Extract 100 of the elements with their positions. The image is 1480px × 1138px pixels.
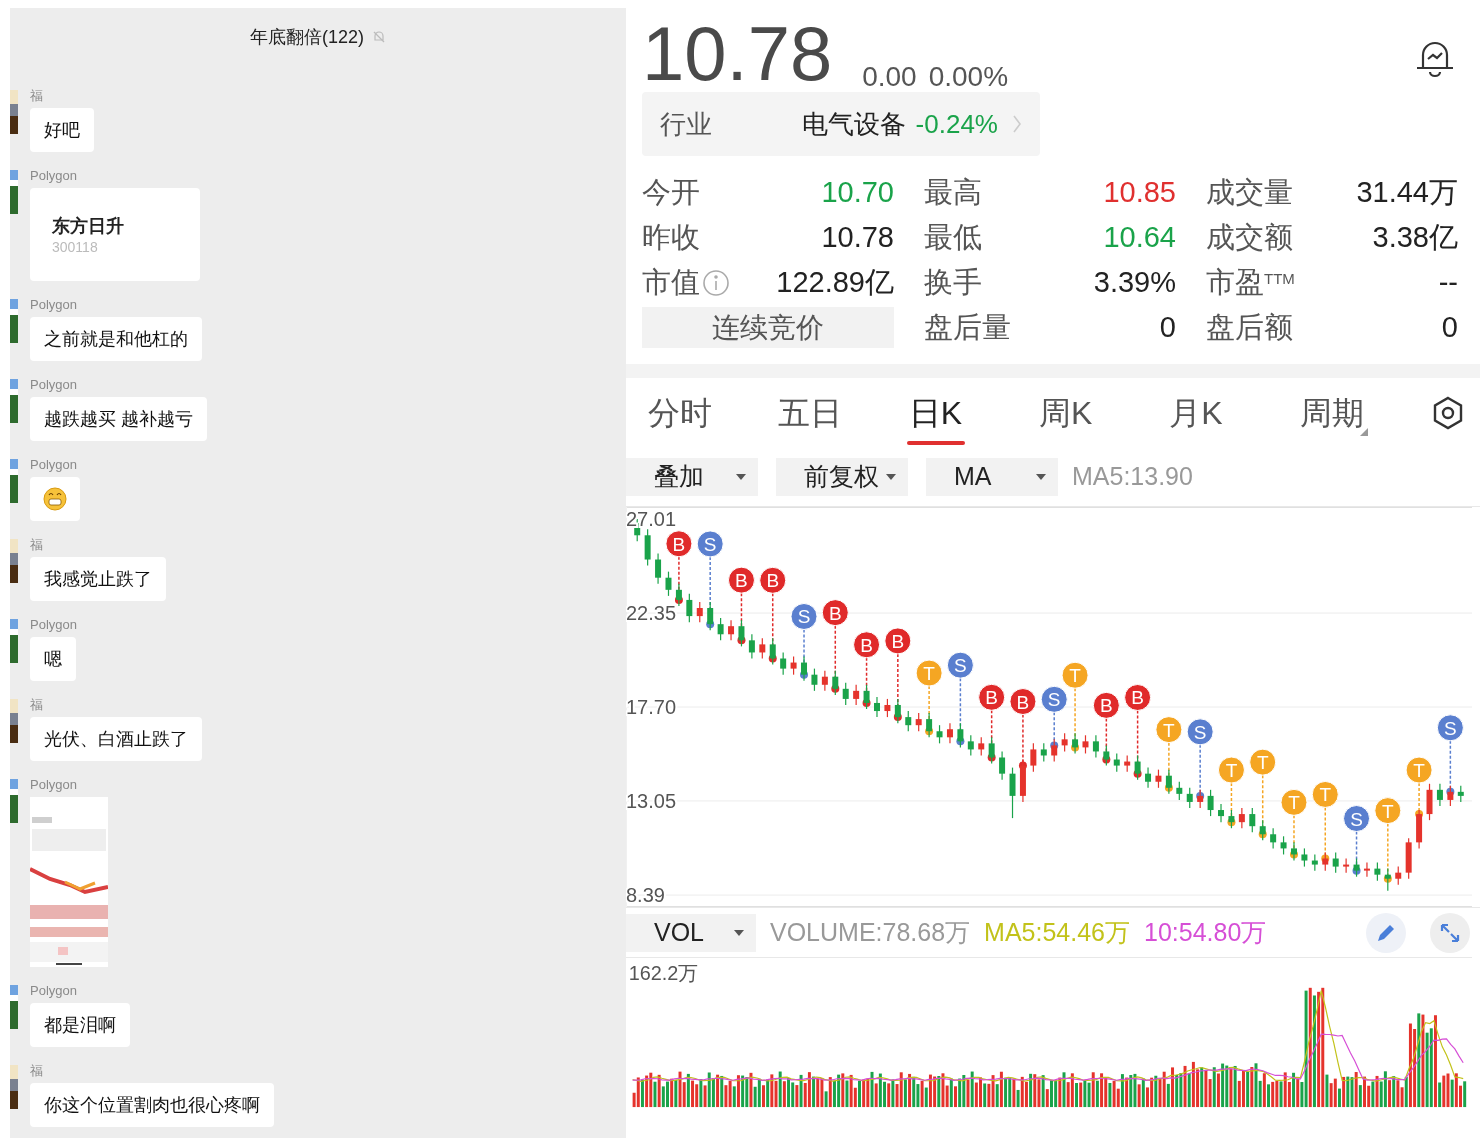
candlestick <box>1176 781 1183 801</box>
period-tab[interactable]: 五日 <box>778 383 909 443</box>
industry-change: -0.24% <box>915 107 998 141</box>
message-bubble: 你这个位置割肉也很心疼啊 <box>30 1083 274 1127</box>
edit-button[interactable] <box>1366 912 1406 953</box>
info-icon[interactable] <box>702 268 730 297</box>
sender-name: 福 <box>30 88 43 104</box>
sender-name: 福 <box>30 697 43 713</box>
stat-value: 10.64 <box>1103 219 1176 255</box>
stat-label: 市值 <box>642 264 700 300</box>
stat-value: 31.44万 <box>1356 174 1458 210</box>
industry-name: 电气设备 <box>801 107 906 141</box>
candlestick <box>884 698 891 718</box>
candlestick <box>1030 742 1037 773</box>
price-change: 0.00 <box>862 60 917 94</box>
period-tab[interactable]: 周期 <box>1299 383 1430 443</box>
candlestick <box>1155 769 1162 789</box>
axis-label: 22.35 <box>626 602 677 625</box>
message-bubble: 都是泪啊 <box>30 1003 130 1047</box>
stat-value: 122.89亿 <box>776 264 894 300</box>
candlestick <box>759 637 766 660</box>
candlestick <box>1395 866 1402 886</box>
dropdown[interactable]: 前复权 <box>776 458 908 496</box>
sender-name: 福 <box>30 1063 43 1079</box>
stock-code: 300118 <box>52 237 99 256</box>
candlestick <box>1280 835 1287 856</box>
stat-label: 最高 <box>924 174 982 210</box>
candlestick <box>1343 857 1350 874</box>
sender-name: 福 <box>30 537 43 553</box>
candlestick <box>1363 861 1370 878</box>
message-bubble: 光伏、白酒止跌了 <box>30 717 202 761</box>
candlestick <box>717 617 724 641</box>
candlestick <box>905 710 912 732</box>
candlestick <box>936 724 943 744</box>
candlestick <box>655 552 662 585</box>
sender-name: Polygon <box>30 617 77 633</box>
stat-value: 0 <box>1441 309 1458 345</box>
trading-status-button[interactable]: 连续竞价 <box>642 307 894 348</box>
period-tab[interactable]: 月K <box>1169 383 1300 443</box>
stock-card[interactable]: 东方日升 300118 <box>30 188 200 281</box>
dropdown[interactable]: 叠加 <box>626 458 758 496</box>
stat-label: 换手 <box>924 264 982 300</box>
industry-label: 行业 <box>660 107 712 141</box>
sender-name: Polygon <box>30 297 77 313</box>
period-tab[interactable]: 日K <box>908 383 1039 443</box>
stat-label: 盘后额 <box>1206 309 1293 345</box>
candlestick <box>1145 767 1152 789</box>
candlestick <box>1113 752 1120 773</box>
candlestick <box>1301 847 1308 868</box>
sender-name: Polygon <box>30 457 77 473</box>
candlestick <box>1186 787 1193 809</box>
axis-label: 17.70 <box>626 696 677 718</box>
candlestick <box>696 601 703 623</box>
candlestick <box>686 593 693 623</box>
candlestick <box>915 712 922 732</box>
candlestick <box>999 750 1006 781</box>
candlestick <box>946 722 953 744</box>
axis-label: 13.05 <box>626 789 677 812</box>
axis-label: 8.39 <box>626 884 665 907</box>
ma-reading: MA5:13.90 <box>1072 461 1193 493</box>
candlestick <box>1374 861 1381 882</box>
stat-value: 10.78 <box>821 219 894 255</box>
industry-row[interactable]: 行业 电气设备 -0.24% <box>642 92 1040 156</box>
grin-emoji-icon <box>43 487 67 511</box>
candlestick <box>790 655 797 676</box>
axis-label: 27.01 <box>626 507 677 530</box>
sender-name: Polygon <box>30 168 77 184</box>
period-tab[interactable]: 分时 <box>648 383 779 443</box>
stat-label: 成交量 <box>1206 174 1293 210</box>
message-bubble: 之前就是和他杠的 <box>30 317 202 361</box>
candlestick <box>1238 807 1245 829</box>
dropdown[interactable]: MA <box>926 458 1058 496</box>
stat-label: 最低 <box>924 219 982 255</box>
candlestick <box>978 736 985 757</box>
stock-name: 东方日升 <box>52 214 125 238</box>
period-tab[interactable]: 周K <box>1039 383 1170 443</box>
message-bubble: 越跌越买 越补越亏 <box>30 397 207 441</box>
message-bubble: 我感觉止跌了 <box>30 557 166 601</box>
percent-change: 0.00% <box>928 60 1009 94</box>
candlestick <box>821 670 828 692</box>
candlestick <box>1270 827 1277 850</box>
candlestick <box>1207 789 1214 817</box>
candlestick <box>1092 734 1099 759</box>
chevron-icon <box>1012 114 1022 134</box>
candlestick <box>1436 783 1443 807</box>
stat-label: 今开 <box>642 174 700 210</box>
stat-value: 10.70 <box>821 174 894 210</box>
candlestick <box>728 619 735 641</box>
candlestick <box>853 684 860 706</box>
stat-value: 3.38亿 <box>1372 219 1458 255</box>
dropdown[interactable]: VOL <box>626 913 756 952</box>
expand-button[interactable] <box>1430 912 1470 953</box>
volume-reading: MA5:54.46万 <box>984 916 1130 948</box>
axis-label: 162.2万 <box>628 961 699 984</box>
volume-reading: 10:54.80万 <box>1144 916 1267 948</box>
stat-label: 昨收 <box>642 219 700 255</box>
candlestick <box>967 734 974 757</box>
chat-title: 年底翻倍(122) <box>250 25 364 49</box>
stat-value: 10.85 <box>1103 174 1176 210</box>
message-bubble: 嗯 <box>30 637 76 681</box>
